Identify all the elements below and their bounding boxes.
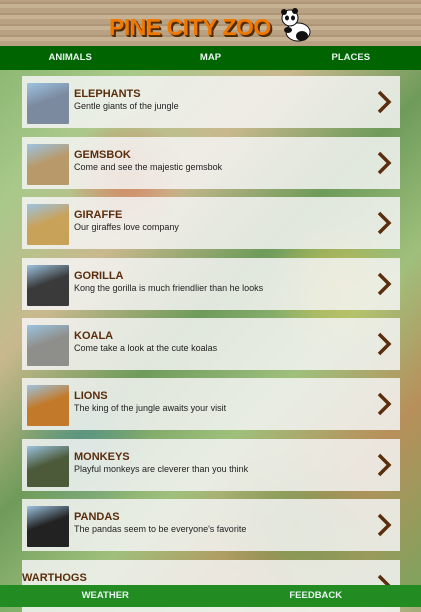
chevron-right-icon xyxy=(374,90,394,114)
bottom-nav: WEATHER FEEDBACK xyxy=(0,585,421,607)
animal-description: The king of the jungle awaits your visit xyxy=(74,403,226,413)
nav-animals[interactable]: ANIMALS xyxy=(0,46,140,70)
animal-description: Come take a look at the cute koalas xyxy=(74,343,217,353)
animal-thumbnail xyxy=(27,144,69,185)
animal-description: Gentle giants of the jungle xyxy=(74,101,179,111)
panda-icon xyxy=(280,8,312,42)
animal-thumbnail xyxy=(27,325,69,366)
nav-map[interactable]: MAP xyxy=(140,46,280,70)
list-item-gorilla[interactable]: GORILLAKong the gorilla is much friendli… xyxy=(22,258,400,310)
animal-description: Our giraffes love company xyxy=(74,222,179,232)
animal-title: ELEPHANTS xyxy=(74,88,141,100)
animal-title: KOALA xyxy=(74,330,113,342)
chevron-right-icon xyxy=(374,513,394,537)
animal-thumbnail xyxy=(27,385,69,426)
animal-thumbnail xyxy=(27,446,69,487)
list-item-elephants[interactable]: ELEPHANTSGentle giants of the jungle xyxy=(22,76,400,128)
animal-title: MONKEYS xyxy=(74,451,130,463)
animal-title: PANDAS xyxy=(74,511,120,523)
list-item-koala[interactable]: KOALACome take a look at the cute koalas xyxy=(22,318,400,370)
nav-weather[interactable]: WEATHER xyxy=(0,585,211,607)
animal-title: LIONS xyxy=(74,390,108,402)
animal-thumbnail xyxy=(27,204,69,245)
list-item-monkeys[interactable]: MONKEYSPlayful monkeys are cleverer than… xyxy=(22,439,400,491)
animal-description: The pandas seem to be everyone's favorit… xyxy=(74,524,246,534)
animal-thumbnail xyxy=(27,506,69,547)
chevron-right-icon xyxy=(374,272,394,296)
animal-thumbnail xyxy=(27,83,69,124)
animal-description: Come and see the majestic gemsbok xyxy=(74,162,222,172)
chevron-right-icon xyxy=(374,453,394,477)
nav-feedback[interactable]: FEEDBACK xyxy=(211,585,421,607)
nav-places[interactable]: PLACES xyxy=(281,46,421,70)
animal-title: GIRAFFE xyxy=(74,209,122,221)
list-item-lions[interactable]: LIONSThe king of the jungle awaits your … xyxy=(22,378,400,430)
chevron-right-icon xyxy=(374,332,394,356)
list-item-gemsbok[interactable]: GEMSBOKCome and see the majestic gemsbok xyxy=(22,137,400,189)
list-item-pandas[interactable]: PANDASThe pandas seem to be everyone's f… xyxy=(22,499,400,551)
chevron-right-icon xyxy=(374,392,394,416)
chevron-right-icon xyxy=(374,151,394,175)
animal-title: GEMSBOK xyxy=(74,149,131,161)
animal-title: WARTHOGS xyxy=(22,572,87,584)
animal-description: Playful monkeys are cleverer than you th… xyxy=(74,464,248,474)
header: PINE CITY ZOO xyxy=(0,0,421,46)
list-item-giraffe[interactable]: GIRAFFEOur giraffes love company xyxy=(22,197,400,249)
animal-description: Kong the gorilla is much friendlier than… xyxy=(74,283,263,293)
animal-thumbnail xyxy=(27,265,69,306)
top-nav: ANIMALS MAP PLACES xyxy=(0,46,421,70)
chevron-right-icon xyxy=(374,211,394,235)
animal-title: GORILLA xyxy=(74,270,124,282)
logo: PINE CITY ZOO xyxy=(109,14,271,41)
